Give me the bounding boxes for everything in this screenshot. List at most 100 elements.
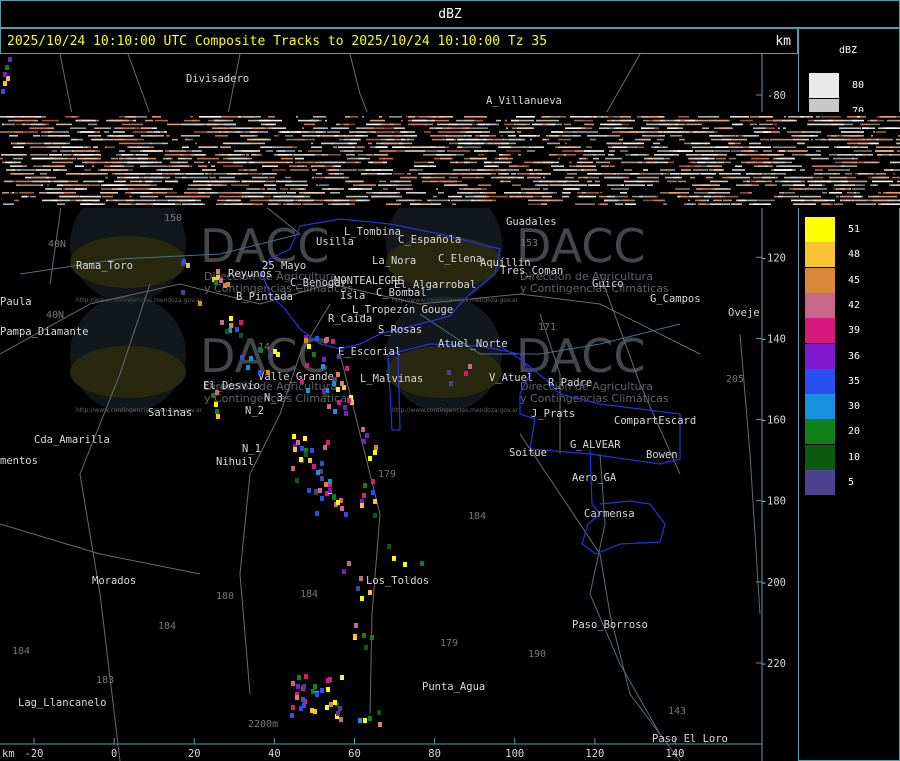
noise-streak bbox=[828, 138, 838, 141]
noise-streak bbox=[436, 188, 438, 190]
noise-streak bbox=[624, 169, 632, 171]
noise-streak bbox=[240, 135, 251, 137]
noise-streak bbox=[15, 131, 38, 133]
radar-echo bbox=[327, 404, 331, 409]
noise-streak bbox=[452, 123, 472, 126]
y-tick-label: -120 bbox=[761, 252, 786, 264]
noise-streak bbox=[663, 146, 665, 148]
noise-streak bbox=[856, 203, 876, 205]
noise-streak bbox=[150, 142, 163, 145]
noise-streak bbox=[581, 169, 584, 171]
legend-entry: 36 bbox=[805, 343, 895, 369]
route-number: 184 bbox=[468, 511, 486, 522]
noise-streak bbox=[875, 150, 894, 152]
noise-streak bbox=[125, 135, 131, 137]
place-label: R_Caída bbox=[328, 313, 372, 325]
noise-streak bbox=[215, 135, 228, 137]
radar-echo bbox=[239, 320, 243, 325]
route-number: 184 bbox=[12, 646, 30, 657]
noise-streak bbox=[60, 150, 73, 152]
legend-swatch bbox=[805, 470, 835, 495]
noise-streak bbox=[649, 127, 659, 129]
noise-streak bbox=[465, 195, 478, 198]
noise-streak bbox=[9, 135, 18, 137]
radar-echo bbox=[211, 393, 215, 398]
noise-streak bbox=[484, 161, 490, 164]
noise-streak bbox=[438, 131, 460, 133]
noise-streak bbox=[264, 184, 276, 186]
legend-swatch bbox=[805, 292, 835, 318]
noise-streak bbox=[692, 146, 712, 148]
noise-streak bbox=[512, 184, 521, 186]
radar-echo bbox=[304, 338, 308, 343]
noise-streak bbox=[312, 176, 314, 179]
noise-streak bbox=[485, 192, 496, 194]
noise-streak bbox=[615, 203, 623, 205]
noise-streak bbox=[663, 123, 671, 126]
noise-streak bbox=[779, 150, 785, 152]
noise-streak bbox=[667, 180, 677, 183]
noise-streak bbox=[584, 150, 604, 152]
noise-streak bbox=[447, 127, 469, 129]
noise-streak bbox=[529, 169, 533, 171]
noise-streak bbox=[412, 146, 431, 148]
noise-streak bbox=[393, 146, 403, 148]
noise-streak bbox=[463, 199, 480, 202]
noise-streak bbox=[877, 154, 892, 156]
legend-entry: 42 bbox=[805, 292, 895, 318]
noise-streak bbox=[840, 135, 843, 137]
noise-streak bbox=[620, 116, 631, 118]
noise-streak bbox=[285, 176, 291, 179]
noise-streak bbox=[565, 127, 581, 129]
noise-streak bbox=[718, 154, 727, 156]
radar-echo bbox=[360, 503, 364, 508]
noise-streak bbox=[214, 119, 233, 122]
noise-streak bbox=[185, 203, 187, 205]
noise-streak bbox=[155, 119, 168, 122]
noise-streak bbox=[400, 131, 415, 133]
noise-streak bbox=[42, 119, 59, 122]
noise-streak bbox=[86, 161, 95, 164]
noise-streak bbox=[75, 188, 87, 190]
noise-streak bbox=[220, 146, 231, 148]
noise-streak bbox=[784, 116, 786, 118]
noise-streak bbox=[102, 195, 113, 198]
noise-streak bbox=[72, 157, 76, 160]
noise-streak bbox=[355, 135, 368, 137]
noise-streak bbox=[665, 176, 682, 179]
noise-streak bbox=[111, 157, 118, 160]
legend-label: 42 bbox=[848, 299, 861, 311]
noise-streak bbox=[567, 173, 577, 175]
noise-streak bbox=[698, 116, 716, 118]
noise-streak bbox=[2, 192, 9, 194]
noise-streak bbox=[754, 173, 766, 175]
noise-streak bbox=[698, 199, 703, 202]
noise-streak bbox=[137, 203, 139, 205]
noise-streak bbox=[140, 195, 158, 198]
noise-streak bbox=[731, 203, 742, 205]
noise-streak bbox=[133, 131, 152, 133]
noise-streak bbox=[784, 157, 795, 160]
noise-streak bbox=[852, 119, 864, 122]
noise-streak bbox=[91, 173, 106, 175]
x-tick-label: 100 bbox=[505, 748, 524, 760]
radar-echo bbox=[447, 370, 451, 375]
radar-echo bbox=[290, 713, 294, 718]
noise-streak bbox=[802, 199, 825, 202]
noise-streak bbox=[774, 169, 792, 171]
route-number: 2200m bbox=[248, 719, 278, 730]
noise-streak bbox=[754, 165, 768, 167]
noise-streak bbox=[716, 116, 719, 118]
noise-streak bbox=[774, 161, 780, 164]
place-label: B_Pintada bbox=[236, 291, 293, 303]
noise-streak bbox=[287, 161, 293, 164]
noise-streak bbox=[584, 123, 594, 126]
radar-echo bbox=[291, 705, 295, 710]
x-tick-label: 20 bbox=[188, 748, 201, 760]
radar-echo bbox=[259, 348, 263, 353]
noise-streak bbox=[400, 142, 412, 145]
noise-streak bbox=[182, 176, 203, 179]
noise-streak bbox=[82, 119, 96, 122]
legend-entry: 30 bbox=[805, 394, 895, 420]
watermark-url: http://www.contingencias.mendoza.gov.ar bbox=[392, 407, 519, 414]
